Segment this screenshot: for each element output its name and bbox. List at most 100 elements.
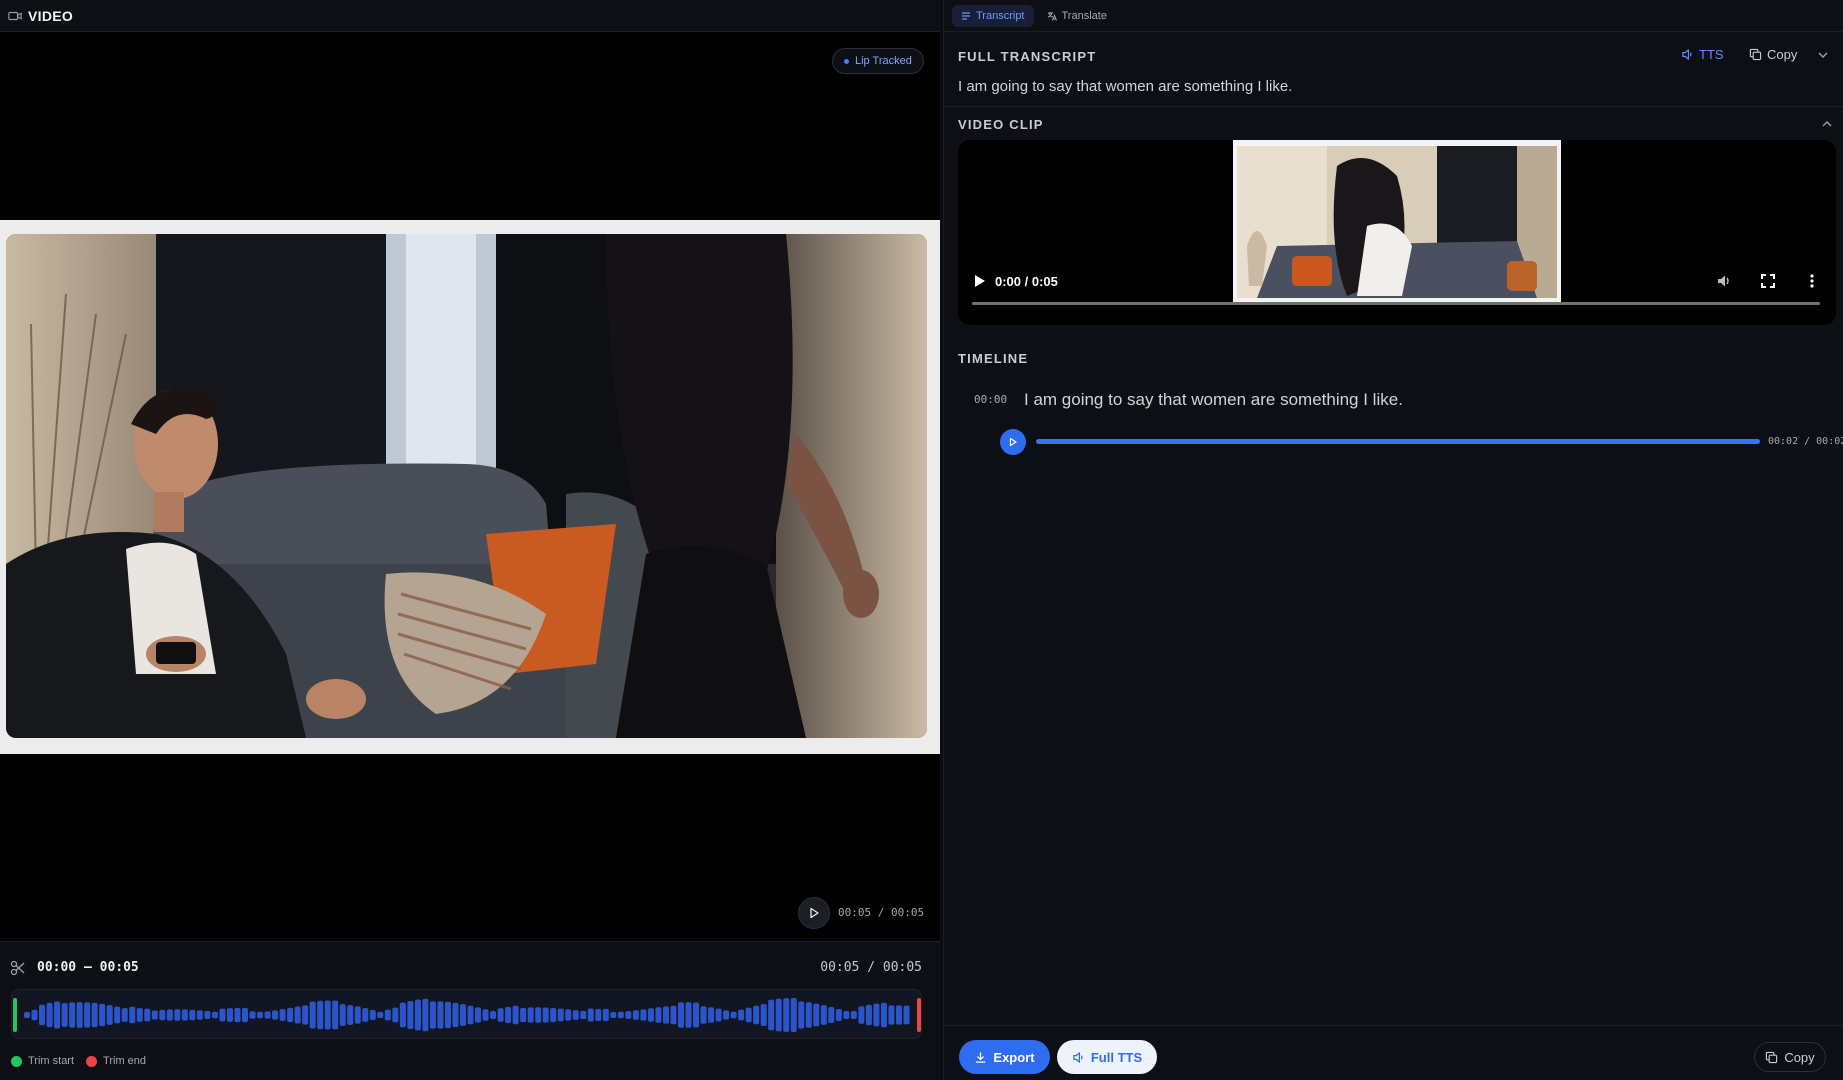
copy-icon bbox=[1749, 48, 1762, 61]
panel-tabs: Transcript Translate bbox=[944, 0, 1843, 32]
waveform-bar bbox=[708, 1007, 715, 1023]
waveform-bar bbox=[715, 1008, 722, 1022]
tab-translate[interactable]: Translate bbox=[1038, 5, 1116, 27]
waveform-bar bbox=[873, 1003, 880, 1027]
timeline-play-button[interactable] bbox=[1000, 429, 1026, 455]
clip-play-icon[interactable] bbox=[974, 274, 986, 288]
export-button[interactable]: Export bbox=[959, 1040, 1050, 1074]
waveform-bar bbox=[475, 1007, 482, 1023]
waveform-bar bbox=[888, 1005, 895, 1025]
video-panel: VIDEO Lip Tracked 00:05 / 00:05 00:00 — … bbox=[0, 0, 940, 1080]
timeline-item-text: I am going to say that women are somethi… bbox=[1024, 390, 1403, 409]
copy-label: Copy bbox=[1767, 47, 1798, 62]
timeline-item-start: 00:00 bbox=[974, 393, 1008, 406]
waveform-bar bbox=[572, 1010, 579, 1020]
trim-end-handle[interactable] bbox=[917, 998, 921, 1032]
waveform-bar bbox=[437, 1001, 444, 1029]
speaker-icon bbox=[1073, 1051, 1083, 1063]
waveform-bar bbox=[505, 1006, 512, 1024]
waveform-bar bbox=[723, 1010, 730, 1020]
waveform-bar bbox=[632, 1010, 639, 1020]
waveform-bar bbox=[84, 1002, 91, 1028]
waveform-bar bbox=[422, 998, 429, 1032]
waveform-bar bbox=[347, 1005, 354, 1025]
chevron-down-icon[interactable] bbox=[1817, 49, 1829, 61]
waveform-bar bbox=[677, 1002, 684, 1028]
waveform-bar bbox=[69, 1002, 76, 1028]
waveform-bar bbox=[843, 1011, 850, 1019]
waveform-bar bbox=[46, 1002, 53, 1028]
waveform-bar bbox=[241, 1007, 249, 1023]
trim-start-label: Trim start bbox=[28, 1055, 75, 1067]
tab-transcript[interactable]: Transcript bbox=[952, 4, 1034, 27]
trim-end-dot-icon bbox=[86, 1055, 98, 1067]
waveform-bar bbox=[647, 1008, 654, 1022]
waveform-bar bbox=[369, 1010, 376, 1020]
waveform-bar bbox=[467, 1005, 474, 1025]
more-options-icon[interactable] bbox=[1804, 273, 1820, 289]
waveform-bar bbox=[520, 1007, 527, 1023]
waveform-bar bbox=[129, 1006, 136, 1024]
waveform-bar bbox=[189, 1009, 196, 1021]
translate-icon bbox=[1047, 11, 1057, 21]
waveform-bar bbox=[106, 1005, 113, 1025]
video-play-button[interactable] bbox=[798, 897, 830, 929]
fullscreen-icon[interactable] bbox=[1760, 273, 1776, 289]
waveform-bar bbox=[625, 1011, 632, 1019]
waveform-bar bbox=[580, 1010, 587, 1020]
volume-icon[interactable] bbox=[1716, 273, 1732, 289]
waveform-bar bbox=[753, 1005, 760, 1025]
timeline-title: TIMELINE bbox=[958, 351, 1029, 366]
video-panel-header: VIDEO bbox=[0, 0, 940, 32]
waveform-bar bbox=[798, 1001, 805, 1029]
video-frame[interactable] bbox=[0, 220, 940, 754]
clip-seek-bar[interactable] bbox=[972, 302, 1820, 305]
footer-copy-label: Copy bbox=[1784, 1049, 1815, 1065]
waveform-bar bbox=[234, 1007, 241, 1023]
waveform-bar bbox=[287, 1007, 294, 1023]
transcript-panel: Transcript Translate FULL TRANSCRIPT TTS… bbox=[943, 0, 1843, 1080]
waveform-bar bbox=[835, 1009, 842, 1021]
waveform-bar bbox=[414, 999, 421, 1031]
waveform-bar bbox=[790, 998, 797, 1032]
waveform-bar bbox=[452, 1002, 459, 1028]
video-clip-image bbox=[1237, 146, 1557, 298]
waveform-bar bbox=[602, 1008, 609, 1022]
full-tts-button[interactable]: Full TTS bbox=[1057, 1040, 1157, 1074]
play-icon bbox=[1009, 437, 1017, 447]
waveform-bar bbox=[407, 1000, 414, 1030]
waveform-bar bbox=[399, 1002, 406, 1028]
chevron-up-icon[interactable] bbox=[1821, 118, 1833, 130]
copy-transcript-button[interactable]: Copy bbox=[1749, 47, 1797, 62]
trim-start-handle[interactable] bbox=[13, 998, 17, 1032]
full-transcript-title: FULL TRANSCRIPT bbox=[958, 49, 1097, 64]
waveform-bar bbox=[760, 1004, 767, 1026]
waveform-track[interactable] bbox=[11, 989, 922, 1039]
waveform-bar bbox=[136, 1008, 143, 1022]
waveform-bar bbox=[512, 1005, 519, 1025]
copy-icon bbox=[1766, 1051, 1778, 1063]
lip-tracked-badge: Lip Tracked bbox=[832, 48, 924, 74]
footer-copy-button[interactable]: Copy bbox=[1754, 1042, 1826, 1072]
waveform-bar bbox=[820, 1005, 827, 1025]
waveform-bar bbox=[482, 1009, 489, 1021]
waveform-bar bbox=[587, 1008, 594, 1022]
waveform-bar bbox=[384, 1009, 391, 1021]
timeline-progress-bar[interactable] bbox=[1036, 439, 1760, 444]
video-clip-player[interactable]: 0:00 / 0:05 bbox=[958, 140, 1836, 325]
waveform-bar bbox=[54, 1001, 61, 1029]
waveform-bar bbox=[61, 1003, 68, 1027]
waveform-bar bbox=[557, 1008, 564, 1022]
play-icon bbox=[810, 907, 819, 919]
waveform-bar bbox=[595, 1008, 602, 1022]
waveform-bar bbox=[565, 1009, 572, 1021]
video-panel-title: VIDEO bbox=[28, 7, 74, 24]
trim-start-dot-icon bbox=[11, 1055, 22, 1067]
waveform-bar bbox=[76, 1002, 83, 1028]
waveform-bar bbox=[144, 1008, 151, 1022]
full-transcript-text: I am going to say that women are somethi… bbox=[958, 78, 1293, 95]
waveform-bar bbox=[550, 1007, 557, 1023]
waveform-bar bbox=[459, 1004, 466, 1026]
tts-button[interactable]: TTS bbox=[1681, 47, 1724, 62]
waveform-bar bbox=[91, 1002, 98, 1028]
